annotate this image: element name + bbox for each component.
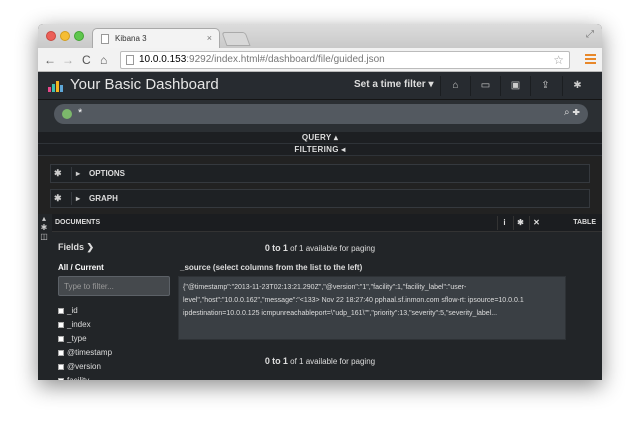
browser-tab[interactable]: Kibana 3 ×	[92, 28, 220, 48]
source-column-label: _source (select columns from the list to…	[180, 263, 363, 272]
row-side-controls: ▴ ✱ ◫	[38, 214, 50, 241]
field-item[interactable]: _index	[58, 318, 178, 332]
new-tab-button[interactable]	[221, 32, 251, 46]
page-icon	[126, 55, 134, 65]
collapse-up-icon[interactable]: ▴	[38, 214, 50, 223]
zoom-window-button[interactable]	[74, 31, 84, 41]
add-panel-icon[interactable]: ◫	[38, 232, 50, 241]
gear-icon[interactable]: ✱	[54, 193, 62, 204]
info-icon[interactable]: i	[497, 216, 511, 230]
home-icon[interactable]: ⌂	[440, 76, 470, 96]
gear-icon[interactable]: ✱	[513, 216, 527, 230]
table-panel-label[interactable]: TABLE	[573, 219, 596, 226]
all-current-toggle[interactable]: All / Current	[58, 263, 104, 272]
checkbox[interactable]	[58, 335, 64, 342]
paging-info-top: 0 to 1 of 1 available for paging	[264, 243, 376, 253]
query-toggle[interactable]: QUERY ▴	[38, 132, 602, 144]
query-color-dot[interactable]	[62, 109, 72, 119]
kibana-logo-icon	[48, 80, 66, 92]
query-bar: * ⌕ ✚	[38, 100, 602, 132]
tab-close-icon[interactable]: ×	[207, 33, 212, 43]
field-item[interactable]: _id	[58, 304, 178, 318]
checkbox[interactable]	[58, 377, 64, 380]
minimize-window-button[interactable]	[60, 31, 70, 41]
gear-icon[interactable]: ✱	[38, 223, 50, 232]
checkbox[interactable]	[58, 349, 64, 356]
gear-icon[interactable]: ✱	[54, 168, 62, 179]
row-graph-label[interactable]: GRAPH	[89, 194, 118, 203]
field-item[interactable]: facility	[58, 374, 178, 380]
forward-icon[interactable]: →	[62, 52, 74, 68]
kibana-navbar: Your Basic Dashboard Set a time filter ▾…	[38, 72, 602, 100]
query-search-add-icon[interactable]: ⌕ ✚	[564, 107, 580, 118]
checkbox[interactable]	[58, 307, 64, 314]
fullscreen-icon[interactable]: ⤢	[586, 29, 594, 40]
back-icon[interactable]: ←	[44, 52, 56, 68]
caret-right-icon[interactable]: ▸	[71, 167, 84, 180]
settings-icon[interactable]: ✱	[562, 76, 592, 96]
caret-right-icon[interactable]: ▸	[71, 192, 84, 205]
browser-window: Kibana 3 × ⤢ ← → C ⌂ 10.0.0.153:9292/ind…	[38, 24, 602, 380]
filtering-toggle[interactable]: FILTERING ◂	[38, 144, 602, 156]
folder-open-icon[interactable]: ▭	[470, 76, 500, 96]
paging-info-bottom: 0 to 1 of 1 available for paging	[264, 356, 376, 366]
share-icon[interactable]: ⇪	[530, 76, 560, 96]
documents-title: DOCUMENTS	[55, 219, 101, 226]
row-options: ✱ ▸ OPTIONS	[50, 164, 590, 183]
bookmark-star-icon[interactable]: ☆	[553, 52, 564, 68]
tab-strip: Kibana 3 × ⤢	[38, 24, 602, 48]
page-icon	[101, 34, 109, 44]
source-document-row[interactable]: {"@timestamp":"2013-11-23T02:13:21.290Z"…	[178, 276, 566, 340]
row-graph: ✱ ▸ GRAPH	[50, 189, 590, 208]
dashboard-title: Your Basic Dashboard	[70, 76, 219, 93]
field-list: _id _index _type @timestamp @version fac…	[58, 304, 178, 380]
url-text: 10.0.0.153:9292/index.html#/dashboard/fi…	[139, 54, 385, 65]
close-icon[interactable]: ✕	[529, 216, 543, 230]
tab-title: Kibana 3	[115, 34, 147, 43]
row-options-label[interactable]: OPTIONS	[89, 169, 125, 178]
time-filter-dropdown[interactable]: Set a time filter ▾	[354, 79, 434, 90]
field-item[interactable]: _type	[58, 332, 178, 346]
documents-panel: ▴ ✱ ◫ DOCUMENTS i ✱ ✕ TABLE Fields ❯ 0 t…	[38, 214, 602, 380]
documents-header: DOCUMENTS i ✱ ✕ TABLE	[52, 214, 602, 232]
browser-toolbar: ← → C ⌂ 10.0.0.153:9292/index.html#/dash…	[38, 48, 602, 72]
field-filter-input[interactable]: Type to filter...	[58, 276, 170, 296]
reload-icon[interactable]: C	[82, 52, 91, 68]
checkbox[interactable]	[58, 321, 64, 328]
query-text: *	[78, 107, 83, 119]
query-input[interactable]: * ⌕ ✚	[54, 104, 588, 124]
hamburger-menu-icon[interactable]	[585, 54, 596, 64]
home-icon[interactable]: ⌂	[100, 52, 107, 68]
close-window-button[interactable]	[46, 31, 56, 41]
address-bar[interactable]: 10.0.0.153:9292/index.html#/dashboard/fi…	[120, 51, 570, 69]
save-icon[interactable]: ▣	[500, 76, 530, 96]
